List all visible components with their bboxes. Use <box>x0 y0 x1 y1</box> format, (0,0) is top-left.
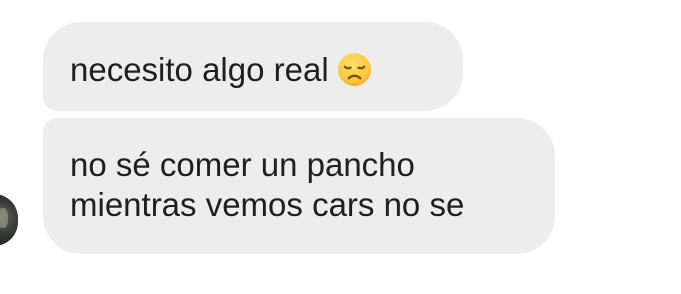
message-status-row <box>520 282 681 294</box>
message-bubble[interactable]: no sé comer un pancho mientras vemos car… <box>43 118 555 254</box>
message-bubble[interactable]: necesito algo real <box>43 22 463 111</box>
message-text: necesito algo real <box>70 51 329 88</box>
avatar[interactable] <box>0 194 18 246</box>
chat-thread: necesito algo real no sé comer un pancho… <box>0 0 681 294</box>
message-text: no sé comer un pancho mientras vemos car… <box>70 146 465 223</box>
disappointed-face-icon <box>337 52 371 87</box>
